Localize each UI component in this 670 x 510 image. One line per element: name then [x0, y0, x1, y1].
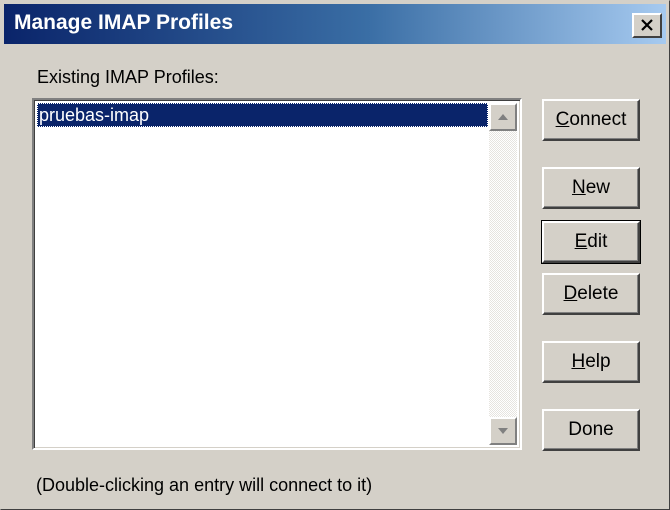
- edit-button[interactable]: Edit: [541, 220, 641, 264]
- connect-label-rest: onnect: [569, 109, 627, 130]
- arrow-down-icon: [498, 428, 508, 434]
- profiles-listbox[interactable]: pruebas-imap: [32, 98, 522, 450]
- edit-mnemonic: E: [574, 231, 588, 252]
- close-button[interactable]: [632, 13, 662, 38]
- profiles-list: pruebas-imap: [37, 103, 488, 445]
- vertical-scrollbar[interactable]: [489, 103, 517, 445]
- new-label-rest: ew: [585, 177, 611, 198]
- delete-button[interactable]: Delete: [542, 273, 640, 315]
- delete-mnemonic: D: [563, 283, 578, 304]
- help-mnemonic: H: [571, 351, 586, 372]
- connect-button[interactable]: Connect: [542, 99, 640, 141]
- new-mnemonic: N: [571, 177, 586, 198]
- close-icon: [641, 19, 653, 31]
- double-click-hint: (Double-clicking an entry will connect t…: [36, 475, 373, 495]
- edit-label-rest: dit: [587, 231, 608, 252]
- scroll-down-button[interactable]: [489, 417, 517, 445]
- existing-profiles-label: Existing IMAP Profiles:: [37, 67, 219, 87]
- help-button[interactable]: Help: [542, 341, 640, 383]
- connect-mnemonic: C: [555, 109, 570, 130]
- title-bar[interactable]: Manage IMAP Profiles: [4, 4, 666, 44]
- scroll-up-button[interactable]: [489, 103, 517, 131]
- manage-imap-profiles-dialog: Manage IMAP Profiles Existing IMAP Profi…: [0, 0, 670, 510]
- list-item[interactable]: pruebas-imap: [37, 103, 488, 127]
- help-label-rest: elp: [585, 351, 611, 372]
- delete-label-rest: elete: [577, 283, 619, 304]
- window-title: Manage IMAP Profiles: [14, 11, 234, 34]
- done-button[interactable]: Done: [542, 409, 640, 451]
- new-button[interactable]: New: [542, 167, 640, 209]
- done-label: Done: [568, 419, 614, 440]
- arrow-up-icon: [498, 114, 508, 120]
